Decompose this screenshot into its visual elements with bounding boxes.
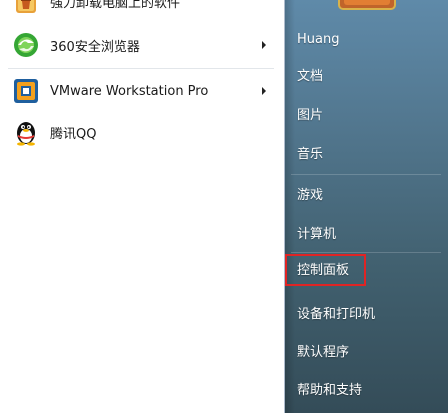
pane-shadow (285, 0, 295, 413)
user-picture[interactable] (338, 0, 396, 10)
place-help-support[interactable]: 帮助和支持 (297, 378, 362, 404)
program-item-vmware[interactable]: VMware Workstation Pro (4, 72, 280, 110)
menu-separator (291, 252, 441, 253)
menu-separator (8, 68, 274, 69)
place-default-programs[interactable]: 默认程序 (297, 340, 349, 366)
qq-penguin-icon (12, 118, 40, 146)
program-item-label: 强力卸载电脑上的软件 (50, 0, 181, 11)
program-item-label: VMware Workstation Pro (50, 83, 209, 99)
program-item-label: 腾讯QQ (50, 126, 97, 142)
vmware-icon (12, 77, 40, 105)
place-pictures[interactable]: 图片 (297, 103, 323, 129)
program-item-uninstaller[interactable]: 强力卸载电脑上的软件 (4, 0, 280, 20)
submenu-arrow-icon (262, 41, 266, 49)
program-item-360-browser[interactable]: 360安全浏览器 (4, 26, 280, 64)
place-documents[interactable]: 文档 (297, 64, 323, 90)
program-item-qq[interactable]: 腾讯QQ (4, 113, 280, 151)
menu-separator (291, 174, 441, 175)
program-item-label: 360安全浏览器 (50, 39, 140, 55)
control-panel-highlight-box (285, 254, 366, 286)
uninstaller-icon (12, 0, 40, 15)
browser-360-icon (12, 31, 40, 59)
place-games[interactable]: 游戏 (297, 183, 323, 209)
place-user-folder[interactable]: Huang (297, 27, 339, 53)
place-music[interactable]: 音乐 (297, 142, 323, 168)
place-devices-printers[interactable]: 设备和打印机 (297, 302, 375, 328)
submenu-arrow-icon (262, 87, 266, 95)
place-computer[interactable]: 计算机 (297, 222, 336, 248)
